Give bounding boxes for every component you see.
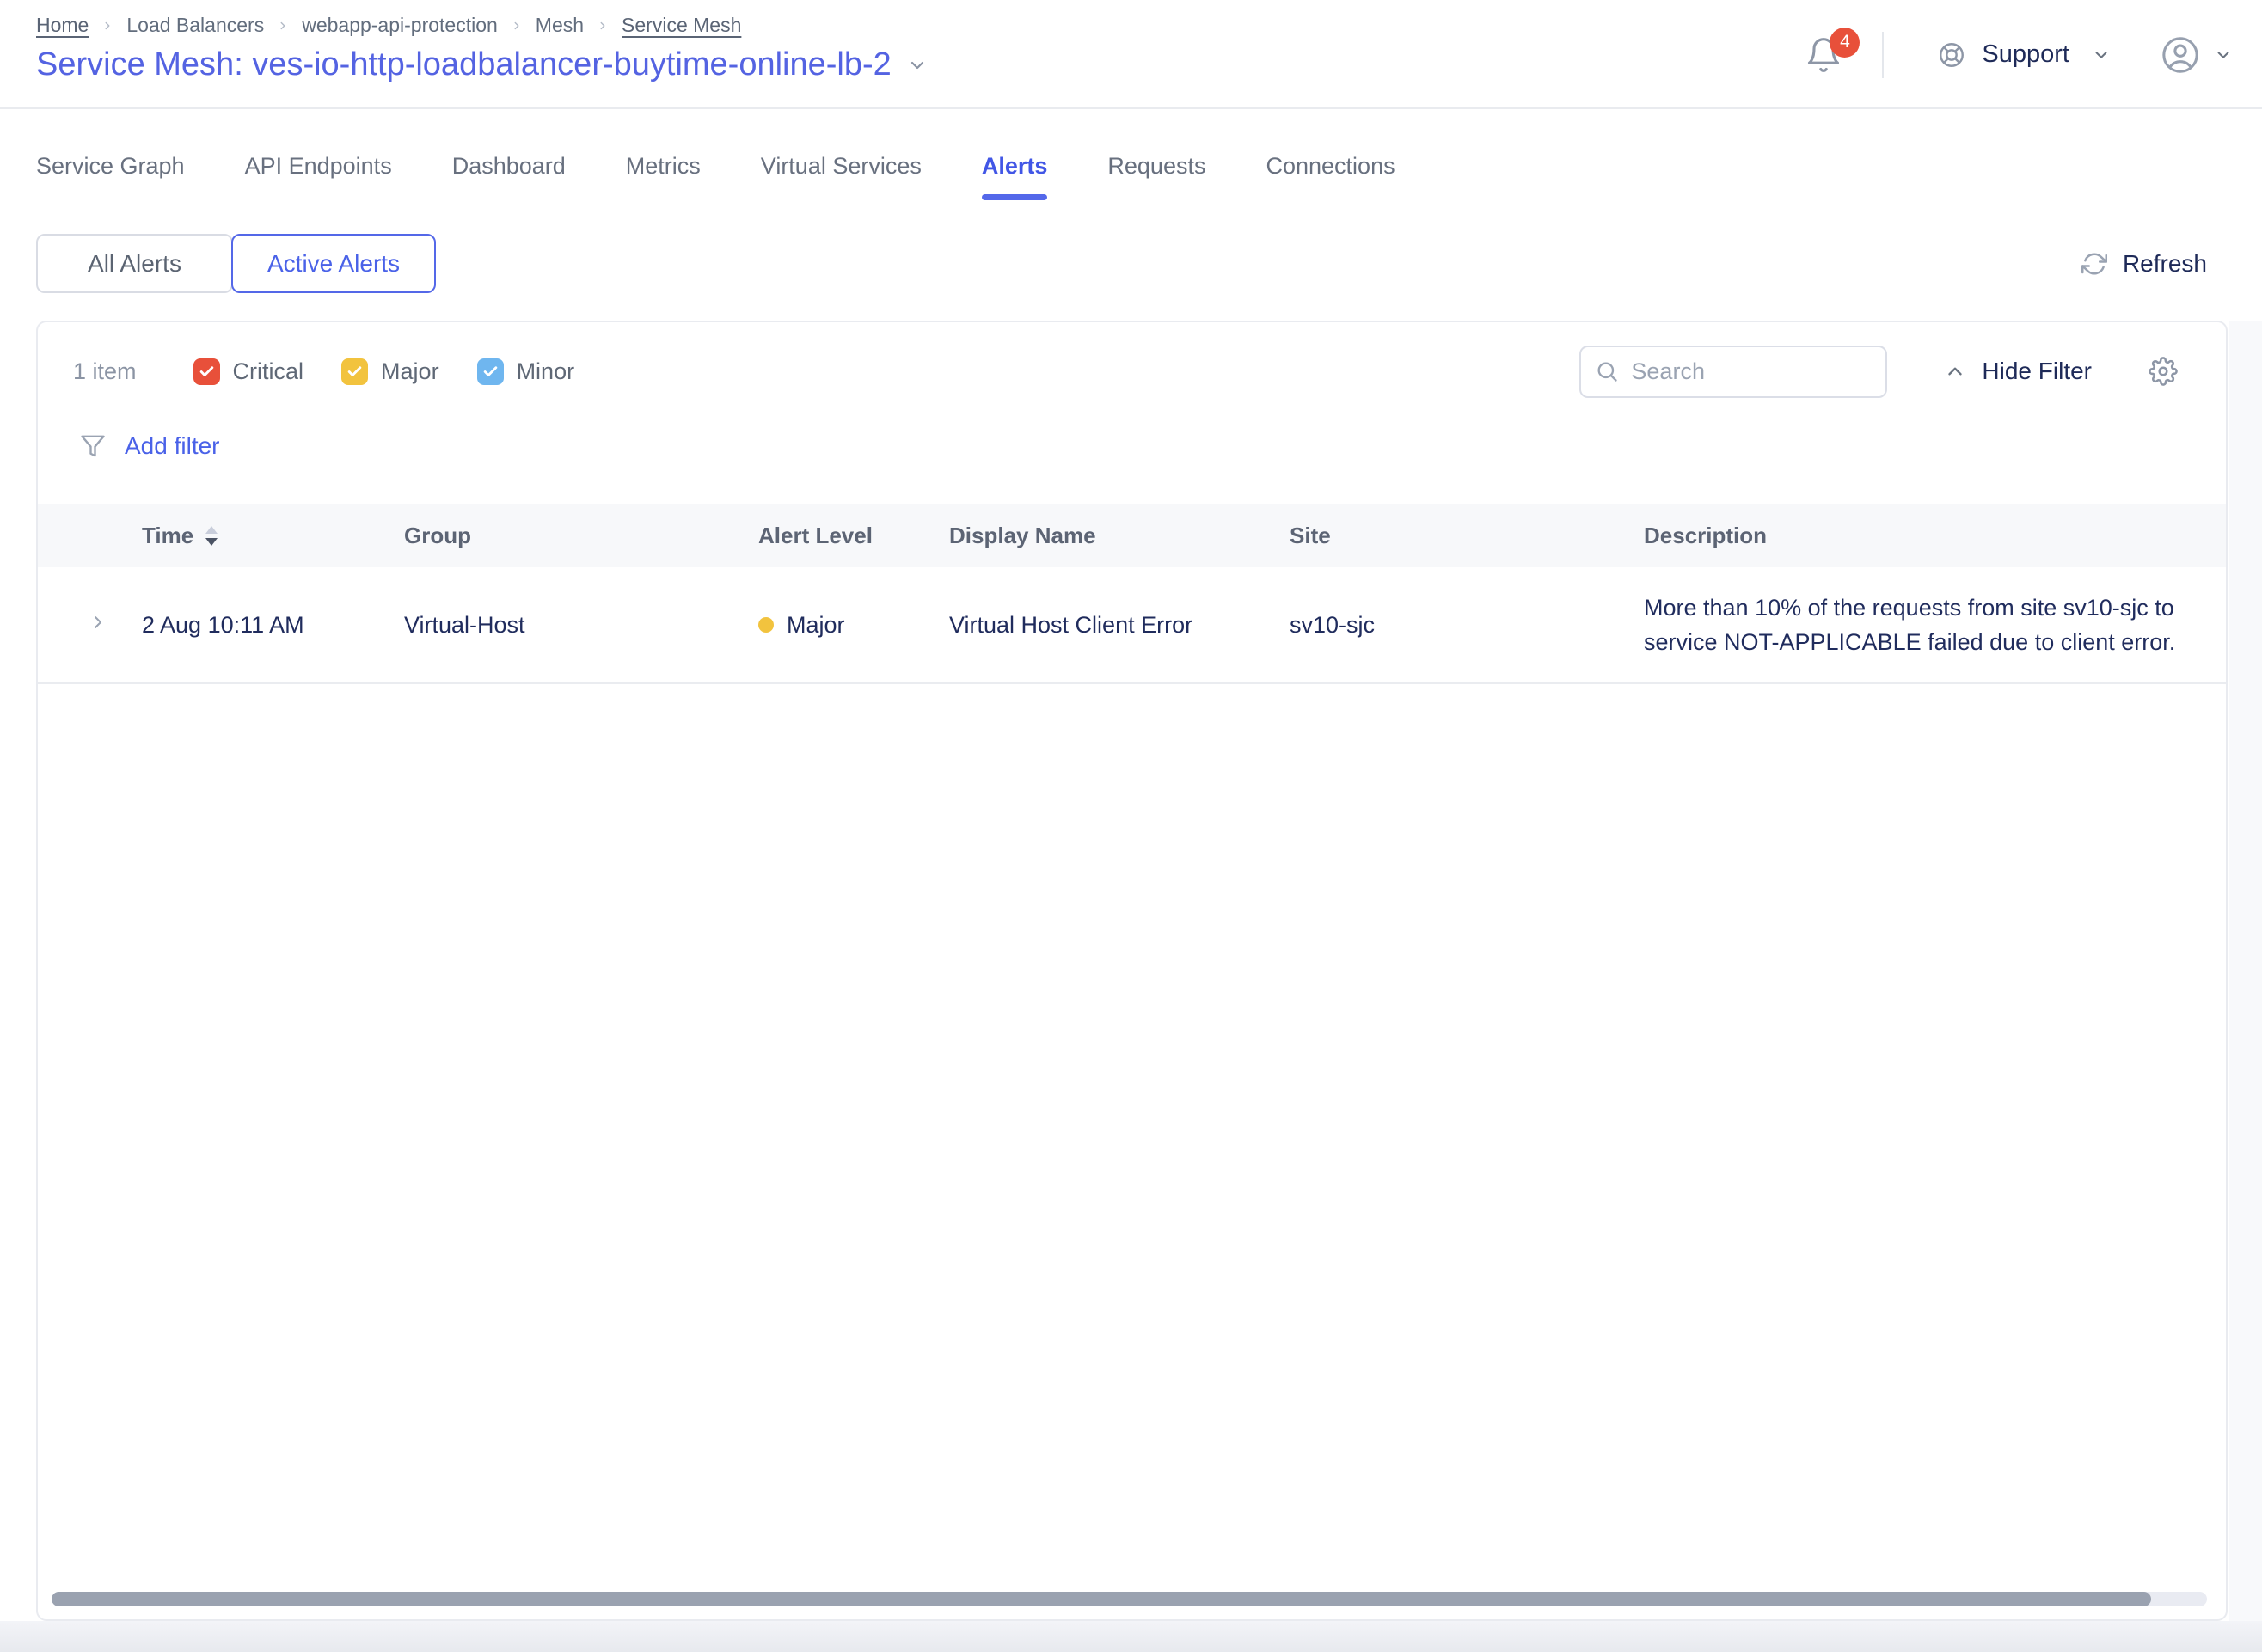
tab-alerts[interactable]: Alerts: [982, 129, 1048, 200]
column-label-description: Description: [1644, 523, 1767, 549]
page-title-row: Service Mesh: ves-io-http-loadbalancer-b…: [36, 46, 928, 83]
notification-count-badge: 4: [1830, 28, 1860, 58]
all-alerts-button[interactable]: All Alerts: [36, 234, 233, 293]
critical-label: Critical: [233, 358, 304, 385]
support-label: Support: [1982, 40, 2069, 69]
avatar-icon: [2161, 35, 2200, 75]
column-header-site[interactable]: Site: [1290, 523, 1644, 549]
topbar-divider: [1882, 32, 1884, 78]
cell-site: sv10-sjc: [1290, 612, 1644, 639]
search-input[interactable]: [1631, 358, 1872, 385]
column-header-description[interactable]: Description: [1644, 523, 2226, 549]
breadcrumb: Home Load Balancers webapp-api-protectio…: [36, 14, 741, 37]
column-label-alert-level: Alert Level: [758, 523, 873, 549]
tab-service-graph[interactable]: Service Graph: [36, 129, 185, 200]
cell-description: More than 10% of the requests from site …: [1644, 590, 2226, 659]
topbar-actions: 4 Support: [1805, 0, 2233, 109]
refresh-icon: [2081, 251, 2107, 277]
tab-connections[interactable]: Connections: [1266, 129, 1395, 200]
minor-checkbox[interactable]: [477, 358, 504, 385]
column-label-site: Site: [1290, 523, 1331, 549]
refresh-label: Refresh: [2123, 250, 2207, 278]
breadcrumb-separator-icon: [277, 20, 289, 32]
breadcrumb-separator-icon: [597, 20, 609, 32]
tab-metrics[interactable]: Metrics: [626, 129, 701, 200]
page-title: Service Mesh: ves-io-http-loadbalancer-b…: [36, 46, 892, 83]
filter-row: 1 item Critical Major Minor: [73, 343, 2178, 400]
table-settings-button[interactable]: [2149, 357, 2178, 386]
severity-filter-critical[interactable]: Critical: [193, 358, 304, 385]
add-filter-button[interactable]: Add filter: [80, 432, 220, 460]
severity-filter-minor[interactable]: Minor: [477, 358, 575, 385]
severity-filters: 1 item Critical Major Minor: [73, 358, 612, 385]
column-header-group[interactable]: Group: [404, 523, 758, 549]
tab-virtual-services[interactable]: Virtual Services: [761, 129, 922, 200]
alerts-table: Time Group Alert Level Display Name Site…: [38, 504, 2226, 684]
sort-icon: [205, 526, 218, 546]
check-icon: [199, 364, 215, 380]
refresh-button[interactable]: Refresh: [2081, 250, 2207, 278]
right-gutter: [2229, 321, 2262, 1621]
table-row[interactable]: 2 Aug 10:11 AM Virtual-Host Major Virtua…: [38, 567, 2226, 684]
support-menu[interactable]: Support: [1937, 40, 2111, 70]
major-label: Major: [381, 358, 439, 385]
search-box: [1579, 346, 1887, 398]
check-icon: [346, 364, 363, 380]
row-expander-chevron-icon[interactable]: [88, 612, 108, 633]
lifebuoy-icon: [1937, 40, 1966, 70]
column-label-time: Time: [142, 523, 193, 549]
hide-filter-button[interactable]: Hide Filter: [1944, 358, 2092, 385]
breadcrumb-separator-icon: [101, 20, 113, 32]
major-checkbox[interactable]: [341, 358, 368, 385]
alert-level-dot: [758, 617, 774, 633]
column-label-group: Group: [404, 523, 471, 549]
cell-time: 2 Aug 10:11 AM: [142, 612, 404, 639]
funnel-icon: [80, 433, 106, 459]
filter-actions: Hide Filter: [1579, 346, 2178, 398]
cell-group: Virtual-Host: [404, 612, 758, 639]
search-icon: [1595, 359, 1619, 383]
column-header-time[interactable]: Time: [142, 523, 404, 549]
horizontal-scrollbar-thumb[interactable]: [52, 1592, 2151, 1606]
alerts-view-toggle: All Alerts Active Alerts: [36, 234, 436, 293]
column-header-alert-level[interactable]: Alert Level: [758, 523, 949, 549]
minor-label: Minor: [517, 358, 575, 385]
check-icon: [482, 364, 499, 380]
user-menu[interactable]: [2161, 35, 2233, 75]
row-expander-cell: [38, 612, 142, 639]
item-count: 1 item: [73, 358, 137, 385]
bottom-strip: [0, 1621, 2262, 1652]
cell-display-name: Virtual Host Client Error: [949, 612, 1290, 639]
breadcrumb-home[interactable]: Home: [36, 14, 89, 37]
cell-alert-level: Major: [758, 612, 949, 639]
gear-icon: [2149, 357, 2178, 386]
breadcrumb-load-balancers[interactable]: Load Balancers: [126, 14, 264, 37]
breadcrumb-webapp-api-protection[interactable]: webapp-api-protection: [302, 14, 498, 37]
alert-level-text: Major: [787, 612, 845, 639]
alerts-controls: All Alerts Active Alerts Refresh: [36, 234, 2207, 293]
column-label-display-name: Display Name: [949, 523, 1096, 549]
breadcrumb-mesh[interactable]: Mesh: [536, 14, 584, 37]
support-chevron-down-icon: [2092, 46, 2111, 64]
active-alerts-button[interactable]: Active Alerts: [231, 234, 436, 293]
column-header-display-name[interactable]: Display Name: [949, 523, 1290, 549]
breadcrumb-separator-icon: [511, 20, 523, 32]
table-header-row: Time Group Alert Level Display Name Site…: [38, 504, 2226, 567]
notifications-button[interactable]: 4: [1805, 36, 1842, 74]
alerts-panel: 1 item Critical Major Minor: [36, 321, 2228, 1621]
hide-filter-label: Hide Filter: [1982, 358, 2092, 385]
tab-bar: Service Graph API Endpoints Dashboard Me…: [36, 129, 1395, 200]
user-chevron-down-icon: [2214, 46, 2233, 64]
top-bar: Home Load Balancers webapp-api-protectio…: [0, 0, 2262, 109]
chevron-up-icon: [1944, 360, 1966, 382]
tab-requests[interactable]: Requests: [1107, 129, 1205, 200]
breadcrumb-service-mesh[interactable]: Service Mesh: [622, 14, 741, 37]
add-filter-label: Add filter: [125, 432, 220, 460]
horizontal-scrollbar-track[interactable]: [52, 1592, 2207, 1606]
tab-api-endpoints[interactable]: API Endpoints: [245, 129, 392, 200]
tab-dashboard[interactable]: Dashboard: [452, 129, 566, 200]
critical-checkbox[interactable]: [193, 358, 220, 385]
title-chevron-down-icon[interactable]: [907, 55, 928, 76]
severity-filter-major[interactable]: Major: [341, 358, 439, 385]
